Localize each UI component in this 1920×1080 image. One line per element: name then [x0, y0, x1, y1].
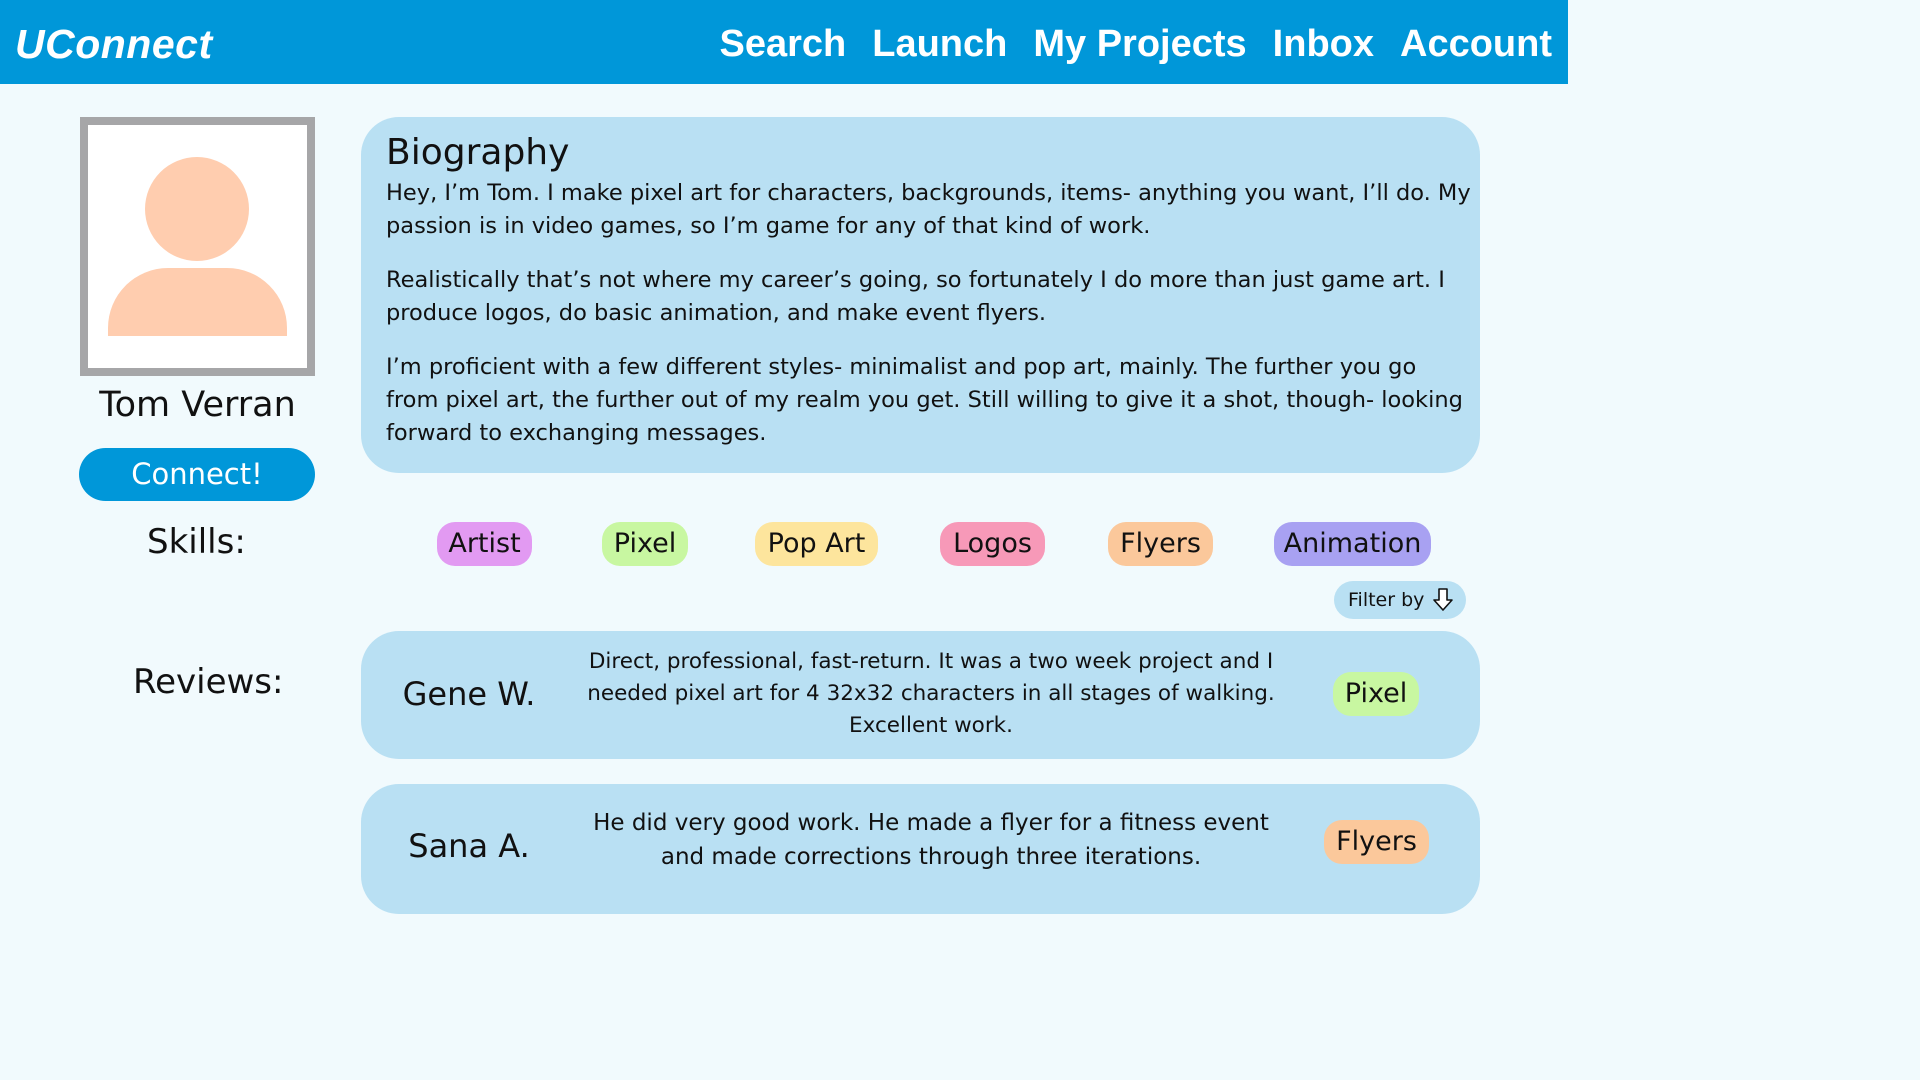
biography-card: Biography Hey, I’m Tom. I make pixel art…: [361, 117, 1480, 473]
nav-account[interactable]: Account: [1400, 22, 1552, 66]
reviewer-name: Gene W.: [402, 675, 536, 713]
connect-button[interactable]: Connect!: [79, 448, 315, 501]
nav-search[interactable]: Search: [719, 22, 846, 66]
top-navbar: UConnect Search Launch My Projects Inbox…: [0, 0, 1568, 84]
filter-label: Filter by: [1348, 589, 1425, 611]
skill-tag-pixel[interactable]: Pixel: [602, 522, 688, 566]
biography-paragraph: I’m proficient with a few different styl…: [386, 354, 1463, 446]
reviewer-name: Sana A.: [408, 827, 530, 865]
review-skill-tag[interactable]: Pixel: [1333, 672, 1419, 716]
app-logo[interactable]: UConnect: [15, 21, 213, 68]
skill-tag-logos[interactable]: Logos: [940, 522, 1045, 566]
review-text: Direct, professional, fast-return. It wa…: [587, 649, 1275, 738]
filter-button[interactable]: Filter by: [1334, 581, 1466, 619]
nav-my-projects[interactable]: My Projects: [1033, 22, 1246, 66]
nav-inbox[interactable]: Inbox: [1273, 22, 1374, 66]
arrow-down-icon: [1433, 588, 1453, 611]
biography-paragraph: Hey, I’m Tom. I make pixel art for chara…: [386, 180, 1471, 239]
skill-tag-flyers[interactable]: Flyers: [1108, 522, 1213, 566]
biography-paragraph: Realistically that’s not where my career…: [386, 267, 1445, 326]
biography-title: Biography: [386, 132, 570, 173]
review-card: Gene W. Direct, professional, fast-retur…: [361, 631, 1480, 759]
profile-name: Tom Verran: [99, 385, 296, 425]
review-card: Sana A. He did very good work. He made a…: [361, 784, 1480, 914]
review-text: He did very good work. He made a flyer f…: [593, 810, 1269, 870]
reviews-label: Reviews:: [133, 662, 284, 702]
avatar: [80, 117, 315, 376]
avatar-body-icon: [108, 268, 287, 336]
skill-tag-pop-art[interactable]: Pop Art: [755, 522, 878, 566]
avatar-head-icon: [145, 157, 249, 261]
nav-links: Search Launch My Projects Inbox Account: [719, 22, 1552, 66]
skill-tag-animation[interactable]: Animation: [1274, 522, 1431, 566]
skills-label: Skills:: [147, 522, 246, 562]
skill-tag-artist[interactable]: Artist: [437, 522, 532, 566]
nav-launch[interactable]: Launch: [872, 22, 1007, 66]
review-skill-tag[interactable]: Flyers: [1324, 820, 1429, 864]
